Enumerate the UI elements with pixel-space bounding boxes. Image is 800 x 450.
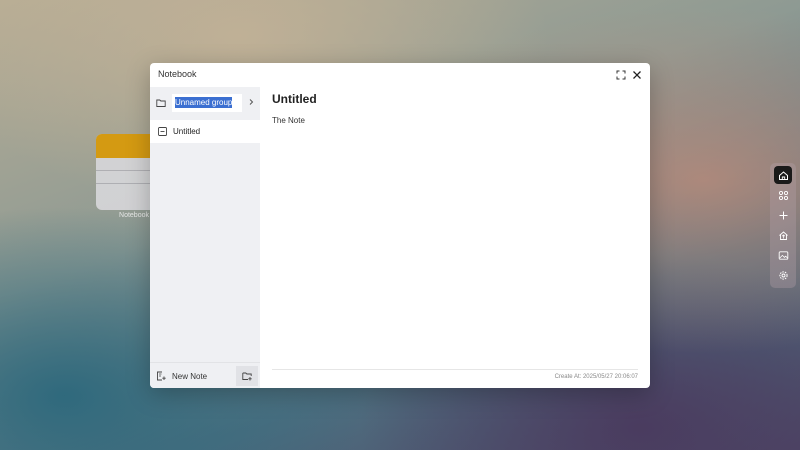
new-folder-icon [242, 372, 252, 381]
desktop-notebook-widget[interactable]: Notebook [96, 134, 156, 219]
note-content-area[interactable]: Untitled The Note Create At: 2025/05/27 … [260, 87, 650, 388]
note-body[interactable]: The Note [272, 116, 305, 125]
sidebar-footer: New Note [150, 362, 260, 388]
new-note-label: New Note [172, 371, 208, 381]
new-folder-button[interactable] [236, 366, 258, 386]
note-list-item[interactable]: Untitled [150, 120, 260, 143]
dock-add-button[interactable] [774, 206, 792, 224]
dock-upload-button[interactable] [774, 226, 792, 244]
close-button[interactable] [630, 68, 644, 82]
folder-icon [156, 99, 166, 107]
notebook-window: Notebook Unnamed group Untitled New Note… [150, 63, 650, 388]
widget-header-bar [96, 134, 156, 158]
dock-apps-button[interactable] [774, 186, 792, 204]
group-name-input[interactable]: Unnamed group [172, 94, 242, 112]
new-note-icon [157, 371, 166, 381]
home-icon [778, 170, 788, 180]
upload-icon [778, 230, 788, 240]
fullscreen-button[interactable] [614, 68, 628, 82]
image-icon [778, 250, 788, 260]
note-icon [158, 127, 167, 136]
group-name-selection: Unnamed group [175, 97, 233, 108]
created-timestamp: Create At: 2025/05/27 20:06:07 [554, 374, 638, 380]
widget-line [96, 183, 156, 184]
dock-image-button[interactable] [774, 246, 792, 264]
note-list-item-label: Untitled [173, 127, 201, 136]
right-dock [770, 163, 796, 288]
close-icon [633, 71, 641, 79]
note-title[interactable]: Untitled [272, 92, 317, 106]
notebook-widget-card[interactable] [96, 134, 156, 210]
sidebar: Unnamed group Untitled New Note [150, 87, 260, 388]
new-note-button[interactable]: New Note [154, 366, 209, 386]
window-title: Notebook [158, 69, 197, 79]
apps-icon [778, 190, 788, 200]
dock-home-button[interactable] [774, 166, 792, 184]
dock-settings-button[interactable] [774, 266, 792, 284]
content-divider [272, 369, 638, 370]
title-bar[interactable]: Notebook [150, 63, 650, 87]
chevron-right-icon[interactable] [247, 97, 255, 107]
widget-line [96, 170, 156, 171]
group-row[interactable]: Unnamed group [150, 87, 260, 118]
fullscreen-icon [616, 70, 626, 80]
plus-icon [779, 211, 787, 219]
settings-icon [778, 270, 788, 280]
